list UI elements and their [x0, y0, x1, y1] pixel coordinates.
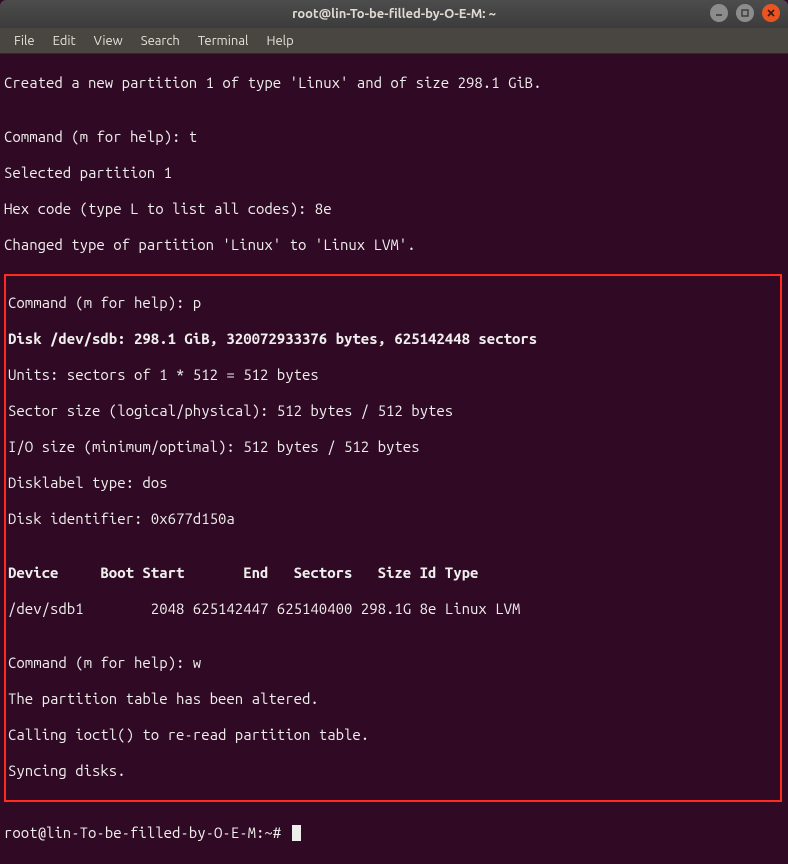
menu-terminal[interactable]: Terminal: [190, 31, 257, 51]
menu-file[interactable]: File: [6, 31, 43, 51]
menubar: File Edit View Search Terminal Help: [0, 28, 788, 54]
term-line: Hex code (type L to list all codes): 8e: [4, 200, 784, 218]
term-line: Sector size (logical/physical): 512 byte…: [8, 402, 778, 420]
term-line: Changed type of partition 'Linux' to 'Li…: [4, 236, 784, 254]
term-line: The partition table has been altered.: [8, 690, 778, 708]
term-line: Syncing disks.: [8, 762, 778, 780]
close-button[interactable]: [762, 4, 780, 22]
term-line: Disklabel type: dos: [8, 474, 778, 492]
term-line: Disk identifier: 0x677d150a: [8, 510, 778, 528]
prompt-line: root@lin-To-be-filled-by-O-E-M:~#: [4, 824, 784, 842]
maximize-button[interactable]: [736, 4, 754, 22]
window-titlebar: root@lin-To-be-filled-by-O-E-M: ~: [0, 0, 788, 28]
term-line-bold: Disk /dev/sdb: 298.1 GiB, 320072933376 b…: [8, 330, 778, 348]
menu-search[interactable]: Search: [133, 31, 188, 51]
term-line: I/O size (minimum/optimal): 512 bytes / …: [8, 438, 778, 456]
menu-help[interactable]: Help: [258, 31, 301, 51]
minimize-button[interactable]: [710, 4, 728, 22]
term-line: Calling ioctl() to re-read partition tab…: [8, 726, 778, 744]
window-title: root@lin-To-be-filled-by-O-E-M: ~: [292, 7, 496, 21]
partition-table-row: /dev/sdb1 2048 625142447 625140400 298.1…: [8, 600, 778, 618]
window-controls: [710, 4, 780, 22]
term-line: Command (m for help): t: [4, 128, 784, 146]
cursor-icon: [292, 825, 301, 841]
term-line: Command (m for help): w: [8, 654, 778, 672]
partition-table-header: Device Boot Start End Sectors Size Id Ty…: [8, 564, 778, 582]
shell-prompt: root@lin-To-be-filled-by-O-E-M:~#: [4, 824, 290, 841]
terminal-area[interactable]: Created a new partition 1 of type 'Linux…: [0, 54, 788, 864]
highlight-box: Command (m for help): p Disk /dev/sdb: 2…: [4, 274, 782, 802]
term-line: Selected partition 1: [4, 164, 784, 182]
term-line: Units: sectors of 1 * 512 = 512 bytes: [8, 366, 778, 384]
term-line: Command (m for help): p: [8, 294, 778, 312]
term-line: Created a new partition 1 of type 'Linux…: [4, 74, 784, 92]
menu-edit[interactable]: Edit: [45, 31, 84, 51]
menu-view[interactable]: View: [86, 31, 131, 51]
